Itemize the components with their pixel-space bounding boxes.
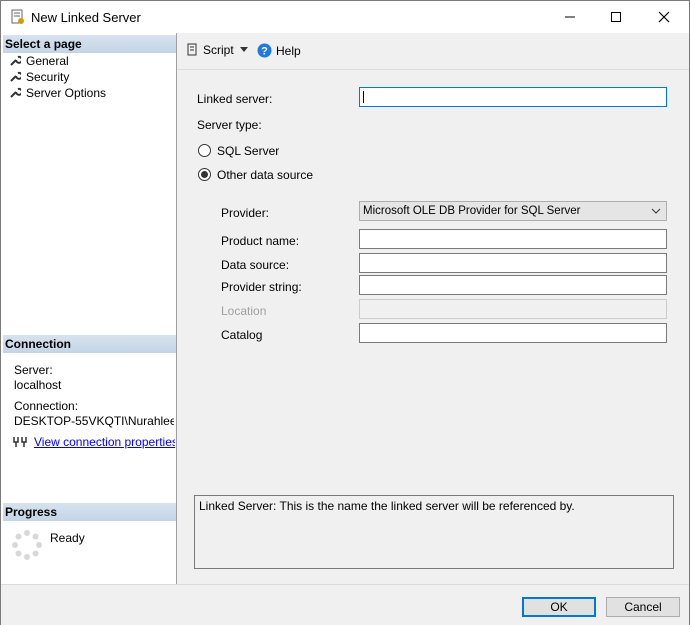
page-label: Server Options [26,86,107,100]
dialog-window: New Linked Server Select a page General … [0,0,690,625]
app-icon [11,9,24,24]
data-source-input[interactable] [359,253,667,273]
script-label: Script [203,43,234,57]
close-icon [658,11,670,23]
select-page-header: Select a page [3,35,176,53]
server-label: Server: [14,363,53,377]
help-label: Help [276,43,301,58]
provider-value: Microsoft OLE DB Provider for SQL Server [363,205,581,217]
maximize-button[interactable] [593,1,639,33]
page-label: General [26,54,69,68]
location-label: Location [221,304,267,318]
page-item-general[interactable]: General [9,53,69,69]
maximize-icon [611,12,621,22]
cancel-button[interactable]: Cancel [606,597,680,617]
page-item-security[interactable]: Security [9,69,69,85]
server-type-label: Server type: [197,118,262,132]
catalog-label: Catalog [221,328,263,342]
progress-header: Progress [3,503,176,521]
sql-server-radio[interactable] [198,144,211,157]
left-pane: Select a page General Security Server Op… [1,33,177,584]
data-source-label: Data source: [221,258,290,272]
title-bar: New Linked Server [1,1,689,33]
page-label: Security [26,70,70,84]
close-button[interactable] [641,1,687,33]
right-pane: Script ? Help Linked server: Server type… [177,33,689,584]
provider-select[interactable]: Microsoft OLE DB Provider for SQL Server [359,201,667,221]
connection-label: Connection: [14,399,79,413]
ok-button[interactable]: OK [522,597,596,617]
product-name-input[interactable] [359,229,667,249]
provider-string-label: Provider string: [221,280,302,294]
other-data-source-radio[interactable] [198,168,211,181]
minimize-button[interactable] [547,1,593,33]
toolbar: Script ? Help [177,33,689,70]
script-icon [187,43,197,56]
sql-server-label: SQL Server [217,144,280,158]
window-title: New Linked Server [31,10,141,25]
catalog-input[interactable] [359,323,667,343]
location-input [359,299,667,319]
connection-value: DESKTOP-55VKQTI\Nurahleem [14,414,174,428]
server-value: localhost [14,378,62,392]
other-data-source-label: Other data source [217,168,314,182]
wrench-icon [10,87,21,98]
help-button[interactable]: ? Help [257,43,301,58]
wrench-icon [10,71,21,82]
product-name-label: Product name: [221,234,300,248]
provider-label: Provider: [221,206,270,220]
description-box: Linked Server: This is the name the link… [194,495,674,569]
linked-server-label: Linked server: [197,92,273,106]
view-connection-properties-link[interactable]: View connection properties [34,435,175,449]
linked-server-input[interactable] [359,87,667,107]
connection-header: Connection [3,335,176,353]
spinner-icon [12,530,42,560]
help-icon: ? [257,43,272,58]
dialog-footer: OK Cancel [1,584,689,625]
connection-icon [13,437,27,447]
radio-selected-dot [201,171,208,178]
description-text: Linked Server: This is the name the link… [199,499,575,513]
script-button[interactable]: Script [185,43,234,57]
chevron-down-icon [651,208,661,214]
svg-text:?: ? [261,46,268,58]
page-item-server-options[interactable]: Server Options [9,85,106,101]
text-caret [363,91,364,103]
provider-string-input[interactable] [359,275,667,295]
wrench-icon [10,55,21,66]
script-dropdown-button[interactable] [239,45,249,53]
dropdown-arrow-icon [240,47,248,52]
progress-status: Ready [50,531,85,545]
minimize-icon [565,16,575,18]
